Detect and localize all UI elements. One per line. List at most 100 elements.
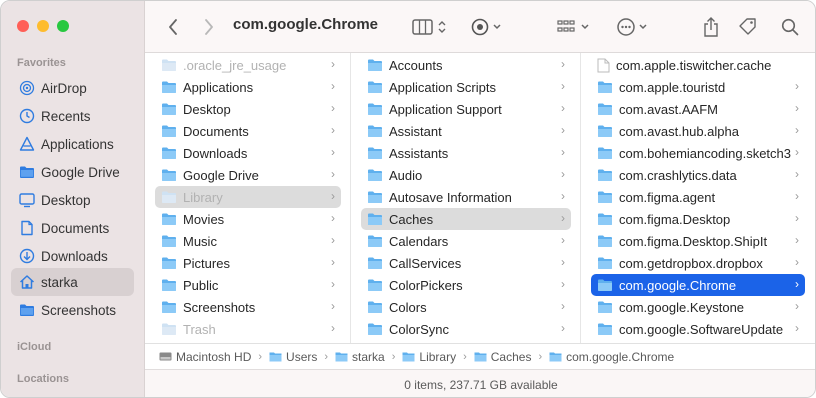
list-item-label: CallServices — [389, 255, 462, 271]
list-item[interactable]: CallServices › — [361, 252, 571, 274]
chevron-right-icon: › — [795, 189, 799, 203]
list-item[interactable]: com.bohemiancoding.sketch3 › — [591, 142, 805, 164]
folder-icon — [598, 235, 612, 247]
path-segment[interactable]: Users — [269, 350, 317, 364]
sidebar-item-recents[interactable]: Recents — [11, 102, 134, 130]
list-item[interactable]: Calendars › — [361, 230, 571, 252]
list-item[interactable]: Assistant › — [361, 120, 571, 142]
list-item[interactable]: Application Scripts › — [361, 76, 571, 98]
list-item-label: com.figma.Desktop — [619, 211, 731, 227]
ai-menu-button[interactable] — [469, 13, 505, 41]
sidebar-item-applications[interactable]: Applications — [11, 130, 134, 158]
forward-button[interactable] — [199, 13, 219, 41]
list-item[interactable]: com.avast.AAFM › — [591, 98, 805, 120]
folder-icon — [598, 323, 612, 335]
sidebar-item-desktop[interactable]: Desktop — [11, 186, 134, 214]
list-item[interactable]: com.avast.hub.alpha › — [591, 120, 805, 142]
folder-icon — [162, 323, 176, 335]
list-item-label: Downloads — [183, 145, 248, 161]
list-item[interactable]: Autosave Information › — [361, 186, 571, 208]
list-item[interactable]: ColorPickers › — [361, 274, 571, 296]
path-segment[interactable]: com.google.Chrome — [549, 350, 674, 364]
path-segment[interactable]: starka — [335, 350, 385, 364]
sidebar-item-label: Google Drive — [41, 164, 120, 180]
chevron-right-icon: › — [331, 233, 335, 247]
chevron-right-icon: › — [795, 233, 799, 247]
airdrop-icon — [19, 80, 35, 96]
back-button[interactable] — [163, 13, 183, 41]
list-item[interactable]: Movies › — [155, 208, 341, 230]
list-item[interactable]: Assistants › — [361, 142, 571, 164]
list-item[interactable]: Accounts › — [361, 54, 571, 76]
search-button[interactable] — [779, 13, 801, 41]
chevron-right-icon: › — [795, 277, 799, 291]
path-segment[interactable]: Macintosh HD — [159, 350, 251, 364]
desktop-icon — [19, 192, 35, 208]
view-mode-button[interactable] — [411, 13, 451, 41]
chevron-left-icon — [169, 19, 177, 35]
sidebar-item-documents[interactable]: Documents — [11, 214, 134, 242]
list-item[interactable]: Desktop › — [155, 98, 341, 120]
list-item[interactable]: Application Support › — [361, 98, 571, 120]
path-segment[interactable]: Library — [402, 350, 456, 364]
chevron-right-icon: › — [795, 211, 799, 225]
list-item[interactable]: Audio › — [361, 164, 571, 186]
chevron-right-icon: › — [561, 57, 565, 71]
sidebar-item-starka[interactable]: starka — [11, 268, 134, 296]
list-item-label: Colors — [389, 299, 427, 315]
download-icon — [19, 248, 35, 264]
list-item[interactable]: Applications › — [155, 76, 341, 98]
list-item[interactable]: Colors › — [361, 296, 571, 318]
chevron-right-icon: › — [331, 321, 335, 335]
share-button[interactable] — [701, 13, 721, 41]
list-item[interactable]: com.figma.agent › — [591, 186, 805, 208]
list-item[interactable]: ColorSync › — [361, 318, 571, 340]
chevron-right-icon: › — [561, 123, 565, 137]
list-item-label: com.getdropbox.dropbox — [619, 255, 763, 271]
list-item[interactable]: com.getdropbox.dropbox › — [591, 252, 805, 274]
list-item[interactable]: .oracle_jre_usage › — [155, 54, 341, 76]
close-button[interactable] — [17, 20, 29, 32]
list-item[interactable]: Screenshots › — [155, 296, 341, 318]
action-button[interactable] — [615, 13, 651, 41]
list-item[interactable]: Pictures › — [155, 252, 341, 274]
list-item[interactable]: com.google.Keystone › — [591, 296, 805, 318]
minimize-button[interactable] — [37, 20, 49, 32]
list-item[interactable]: Public › — [155, 274, 341, 296]
list-item-label: Google Drive — [183, 167, 259, 183]
chevron-right-icon: › — [795, 123, 799, 137]
status-bar: 0 items, 237.71 GB available — [145, 369, 815, 397]
list-item[interactable]: Documents › — [155, 120, 341, 142]
sidebar-item-screenshots[interactable]: Screenshots — [11, 296, 134, 324]
sidebar-item-downloads[interactable]: Downloads — [11, 242, 134, 270]
list-item[interactable]: com.figma.Desktop.ShipIt › — [591, 230, 805, 252]
list-item[interactable]: Library › — [155, 186, 341, 208]
chevron-right-icon: › — [331, 211, 335, 225]
list-item[interactable]: com.crashlytics.data › — [591, 164, 805, 186]
tags-button[interactable] — [737, 13, 759, 41]
chevron-right-icon: › — [463, 350, 467, 363]
list-item[interactable]: com.google.Chrome › — [591, 274, 805, 296]
search-icon — [781, 18, 799, 36]
list-item-label: Application Support — [389, 101, 502, 117]
list-item[interactable]: com.figma.Desktop › — [591, 208, 805, 230]
chevron-right-icon: › — [331, 79, 335, 93]
group-button[interactable] — [557, 13, 593, 41]
list-item[interactable]: Downloads › — [155, 142, 341, 164]
list-item[interactable]: Caches › — [361, 208, 571, 230]
chevron-right-icon: › — [331, 101, 335, 115]
list-item[interactable]: com.google.SoftwareUpdate › — [591, 318, 805, 340]
list-item[interactable]: Trash › — [155, 318, 341, 340]
sidebar-item-google-drive[interactable]: Google Drive — [11, 158, 134, 186]
folder-icon — [368, 81, 382, 93]
list-item[interactable]: com.apple.tiswitcher.cache — [591, 54, 805, 76]
path-segment[interactable]: Caches — [474, 350, 531, 364]
folder-icon — [162, 279, 176, 291]
list-item[interactable]: com.apple.touristd › — [591, 76, 805, 98]
folder-icon — [368, 169, 382, 181]
sidebar-item-label: Downloads — [41, 248, 108, 264]
list-item[interactable]: Google Drive › — [155, 164, 341, 186]
list-item[interactable]: Music › — [155, 230, 341, 252]
zoom-button[interactable] — [57, 20, 69, 32]
sidebar-item-airdrop[interactable]: AirDrop — [11, 74, 134, 102]
